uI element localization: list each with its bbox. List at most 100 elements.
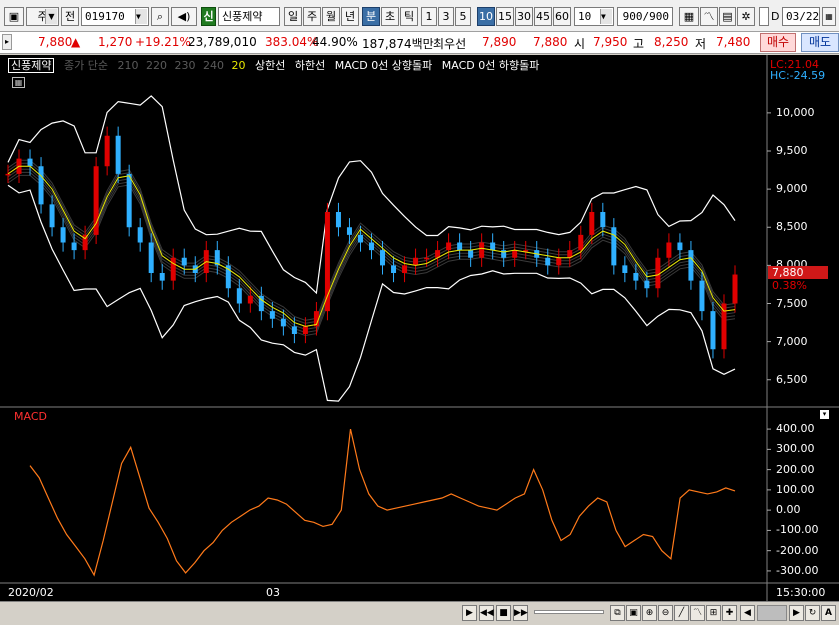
candle-body [391,265,397,273]
calendar-icon[interactable]: ▦ [822,7,836,26]
macd-title: MACD [14,410,47,423]
interval-60[interactable]: 60 [553,7,571,26]
rewind-icon[interactable]: ◀◀ [479,605,494,621]
candle-body [335,212,341,228]
interval-10[interactable]: 10 [477,7,495,26]
open-label: 시 [574,37,586,51]
zoom-out-icon[interactable]: ⊖ [658,605,673,621]
chart-window: ▣ 주 ▼ 전 019170 ▼ ⌕ ◀) 신 신풍제약 일 주 월 년 분 초 틱… [0,0,839,625]
forward-icon[interactable]: ▶▶ [513,605,528,621]
scrollbar-thumb[interactable] [757,605,787,621]
auto-button[interactable]: A [821,605,836,621]
code-input[interactable]: 019170 ▼ [81,7,149,26]
price-tick-label: 10,000 [776,105,815,119]
count-input[interactable]: 900/900 [617,7,673,26]
candle-body [302,326,308,334]
x-label-start: 2020/02 [8,586,54,599]
x-label-time: 15:30:00 [776,586,826,599]
candle-body [247,295,253,304]
reset-icon[interactable]: ↻ [805,605,820,621]
sell-button[interactable]: 매도 [801,33,839,52]
scroll-end-icon[interactable]: ▶ [789,605,804,621]
stock-name-field[interactable]: 신풍제약 [218,7,280,26]
price-tick-label: 8,500 [776,220,808,234]
line-tool-icon[interactable]: ╱ [674,605,689,621]
candle-body [446,242,452,251]
open-price: 7,950 [593,35,628,49]
period-week[interactable]: 주 [303,7,321,26]
macd-tick-label: -200.00 [776,543,819,557]
stop-icon[interactable]: ■ [496,605,511,621]
candle-body [424,257,430,260]
candle-body [369,242,374,251]
price-panel [5,95,771,402]
macd-tick-label: -300.00 [776,563,819,577]
candle-body [699,280,705,312]
period-month[interactable]: 월 [322,7,340,26]
amount: 187,874백만 [362,37,434,51]
period-day[interactable]: 일 [284,7,302,26]
candle-body [655,257,661,289]
period-minute[interactable]: 분 [362,7,380,26]
candle-body [666,242,672,258]
chevron-down-icon: ▼ [600,9,612,24]
date-checkbox[interactable] [759,7,769,26]
price-tick-label: 9,500 [776,144,808,157]
lower-band-line [7,184,736,402]
trend-icon[interactable]: 〽 [700,7,718,26]
chart-tool-icon[interactable]: ⊞ [706,605,721,621]
candle-body [357,234,363,243]
candle-body [38,166,44,205]
candle-body [126,173,132,228]
zoom-in-icon[interactable]: ⊕ [642,605,657,621]
type2-button[interactable]: 전 [61,7,79,26]
save-icon[interactable]: ▤ [719,7,736,26]
interval-1[interactable]: 1 [421,7,437,26]
collapse-icon[interactable]: ▾ [820,410,829,419]
candle-body [677,242,683,251]
macd-tick-label: 100.00 [776,482,815,496]
date-label: D [771,10,780,23]
chart-area[interactable]: 신풍제약 종가 단순 210 220 230 240 20 상한선 하한선 MA… [0,55,839,601]
speaker-icon[interactable]: ◀) [171,7,197,26]
high-label: 고 [633,37,645,51]
interval-5[interactable]: 5 [455,7,471,26]
toolbar: ▣ 주 ▼ 전 019170 ▼ ⌕ ◀) 신 신풍제약 일 주 월 년 분 초 틱… [0,0,839,32]
copy-icon[interactable]: ⧉ [610,605,625,621]
expand-icon[interactable]: ▸ [2,34,12,50]
cross-tool-icon[interactable]: ✚ [722,605,737,621]
up-arrow-icon: ▲ [71,35,81,49]
search-icon[interactable]: ⌕ [151,7,169,26]
current-price-marker: 7,880 [768,266,828,279]
period-tick[interactable]: 틱 [400,7,418,26]
scroll-right-icon[interactable]: ▶ [462,605,477,621]
window-icon[interactable]: ▣ [626,605,641,621]
interval-15[interactable]: 15 [496,7,514,26]
date-input[interactable]: 03/22 [782,7,820,26]
candle-body [291,326,297,334]
trend-tool-icon[interactable]: 〽 [690,605,705,621]
period-second[interactable]: 초 [381,7,399,26]
layout-icon[interactable]: ▣ [4,7,24,26]
hc-label: HC:-24.59 [770,69,826,82]
candle-body [346,227,352,235]
type-select[interactable]: 주 ▼ [26,7,59,26]
volume-ratio: 383.04% [265,35,319,49]
interval-input[interactable]: 10 ▼ [574,7,614,26]
interval-3[interactable]: 3 [438,7,454,26]
buy-button[interactable]: 매수 [760,33,796,52]
gear-icon[interactable]: ✲ [737,7,755,26]
bid-price: 7,880 [533,35,568,49]
candle-body [600,212,606,228]
candle-body [611,227,617,266]
interval-45[interactable]: 45 [534,7,552,26]
scroll-left-icon[interactable]: ◀ [740,605,755,621]
interval-30[interactable]: 30 [515,7,533,26]
high-price: 8,250 [654,35,689,49]
period-year[interactable]: 년 [341,7,359,26]
zoom-slider[interactable] [534,610,604,614]
code-value: 019170 [85,10,125,23]
low-price: 7,480 [716,35,751,49]
grid-icon[interactable]: ▦ [679,7,699,26]
chart-canvas [0,55,839,601]
